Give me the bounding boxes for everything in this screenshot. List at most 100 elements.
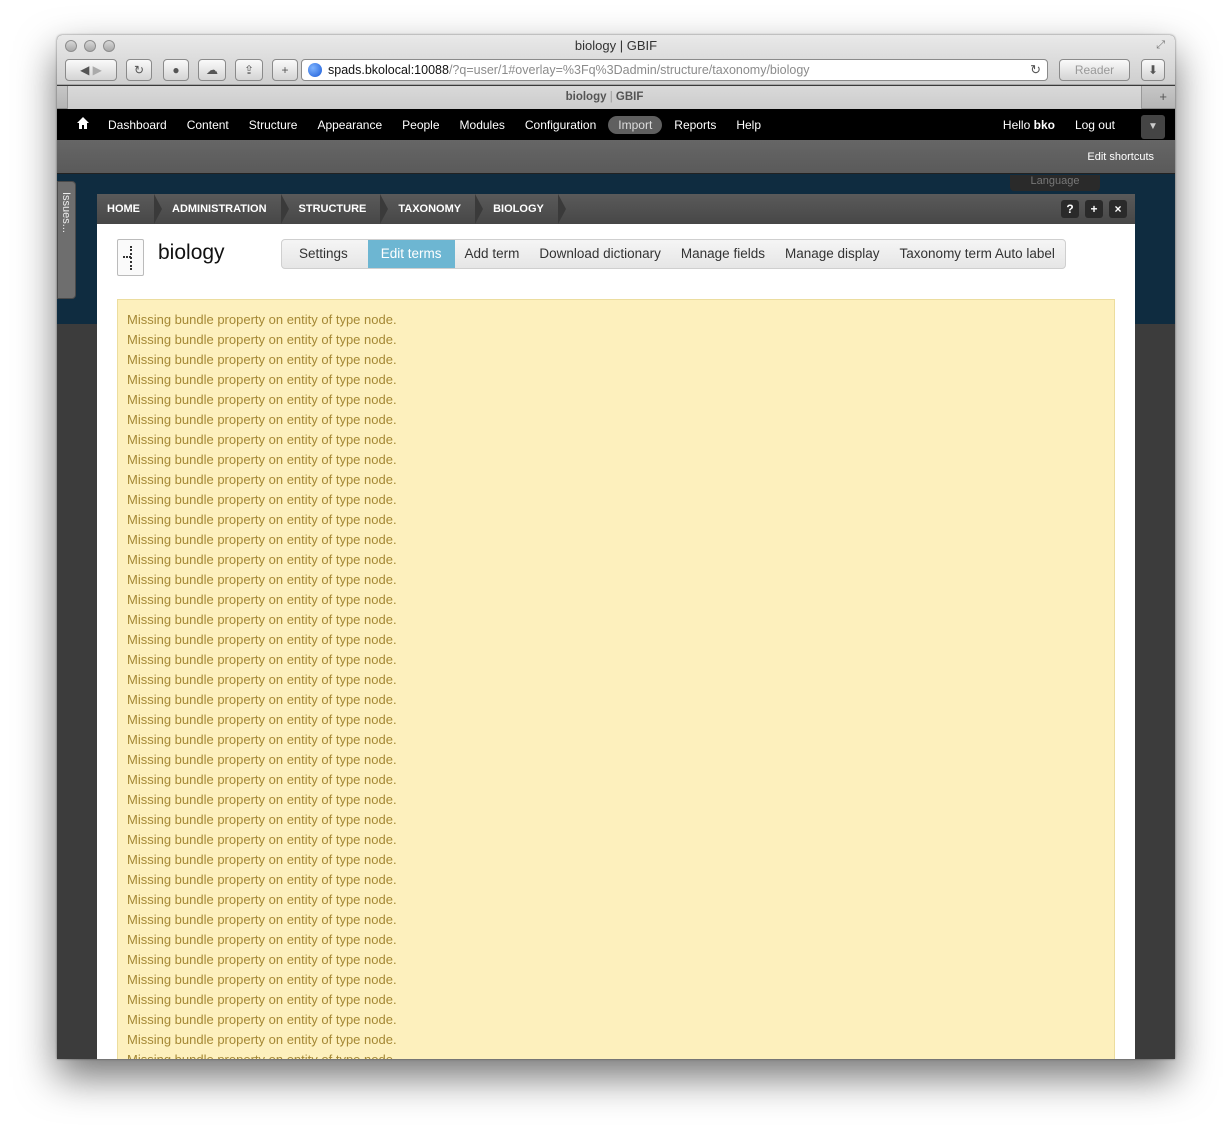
tab-settings[interactable]: Settings — [282, 240, 368, 268]
logout-link[interactable]: Log out — [1075, 118, 1115, 132]
warning-message: Missing bundle property on entity of typ… — [127, 352, 397, 367]
topsites-button[interactable]: ● — [163, 59, 189, 81]
warning-message: Missing bundle property on entity of typ… — [127, 992, 397, 1007]
menu-item-modules[interactable]: Modules — [450, 118, 515, 132]
history-icon: ↻ — [133, 63, 145, 77]
cloud-icon: ☁ — [206, 63, 218, 77]
address-bar[interactable]: spads.bkolocal:10088/?q=user/1#overlay=%… — [301, 59, 1048, 81]
warning-message: Missing bundle property on entity of typ… — [127, 532, 397, 547]
warning-message: Missing bundle property on entity of typ… — [127, 892, 397, 907]
help-button[interactable]: ? — [1061, 200, 1079, 218]
username[interactable]: bko — [1034, 118, 1055, 132]
add-bookmark-button[interactable]: + — [272, 59, 298, 81]
tab-download-dictionary[interactable]: Download dictionary — [529, 240, 671, 268]
page-title: biology — [158, 241, 225, 264]
window-title: biology | GBIF — [574, 38, 658, 53]
back-forward-button[interactable]: ◀ ▶ — [65, 59, 117, 81]
primary-tabs: Settings Edit terms Add term Download di… — [281, 239, 1066, 269]
overlay-buttons: ? + × — [1061, 200, 1127, 218]
warning-message: Missing bundle property on entity of typ… — [127, 792, 397, 807]
topsites-icon: ● — [172, 63, 180, 77]
breadcrumb-administration[interactable]: ADMINISTRATION — [162, 194, 289, 224]
fullscreen-icon[interactable]: ⤢ — [1156, 39, 1165, 52]
tab-title-right: GBIF — [615, 91, 644, 103]
menu-item-structure[interactable]: Structure — [239, 118, 308, 132]
issues-tab-label: Issues... — [60, 192, 72, 233]
browser-tab[interactable]: biology | GBIF — [67, 86, 1142, 109]
home-icon[interactable] — [77, 117, 89, 129]
tab-edit-terms[interactable]: Edit terms — [367, 240, 455, 268]
warning-message: Missing bundle property on entity of typ… — [127, 952, 397, 967]
warning-message: Missing bundle property on entity of typ… — [127, 492, 397, 507]
warning-messages: Missing bundle property on entity of typ… — [117, 299, 1115, 1059]
reader-button[interactable]: Reader — [1059, 59, 1130, 81]
plus-icon: + — [281, 63, 289, 77]
breadcrumb-biology[interactable]: BIOLOGY — [483, 194, 566, 224]
hello-text: Hello — [1002, 117, 1031, 132]
forward-icon[interactable]: ▶ — [93, 63, 102, 77]
menu-item-help[interactable]: Help — [726, 118, 771, 132]
browser-window: biology | GBIF ⤢ ◀ ▶ ↻ ● ☁ ⇪ + spads.bko… — [57, 35, 1175, 1059]
admin-toolbar: Dashboard Content Structure Appearance P… — [57, 109, 1175, 140]
tab-manage-fields[interactable]: Manage fields — [671, 240, 775, 268]
breadcrumb: HOME ADMINISTRATION STRUCTURE TAXONOMY B… — [97, 194, 1135, 224]
warning-message: Missing bundle property on entity of typ… — [127, 752, 397, 767]
menu-item-appearance[interactable]: Appearance — [307, 118, 392, 132]
warning-message: Missing bundle property on entity of typ… — [127, 512, 397, 527]
shortcuts-bar: Edit shortcuts — [57, 140, 1175, 174]
warning-message: Missing bundle property on entity of typ… — [127, 1050, 1105, 1059]
reload-icon[interactable]: ↻ — [1030, 62, 1041, 78]
warning-message: Missing bundle property on entity of typ… — [127, 312, 397, 327]
warning-message: Missing bundle property on entity of typ… — [127, 332, 397, 347]
share-button[interactable]: ⇪ — [235, 59, 263, 81]
drawer-toggle-button[interactable]: ▼ — [1141, 115, 1165, 139]
breadcrumb-taxonomy[interactable]: TAXONOMY — [388, 194, 483, 224]
warning-message: Missing bundle property on entity of typ… — [127, 412, 397, 427]
new-tab-icon[interactable]: + — [1159, 89, 1167, 104]
user-greeting: Hello bko — [1003, 118, 1055, 132]
language-tab[interactable]: Language — [1010, 175, 1100, 191]
warning-message: Missing bundle property on entity of typ… — [127, 432, 397, 447]
breadcrumb-home[interactable]: HOME — [97, 194, 162, 224]
warning-message: Missing bundle property on entity of typ… — [127, 872, 397, 887]
issues-tab[interactable]: Issues... — [57, 181, 76, 299]
warning-message: Missing bundle property on entity of typ… — [127, 472, 397, 487]
tab-title-sep: | — [609, 91, 613, 103]
url-host: spads.bkolocal:10088 — [328, 63, 449, 77]
download-icon: ⬇ — [1147, 63, 1159, 77]
tab-auto-label[interactable]: Taxonomy term Auto label — [890, 240, 1065, 268]
edit-shortcuts-link[interactable]: Edit shortcuts — [1087, 151, 1154, 163]
warning-message: Missing bundle property on entity of typ… — [127, 392, 397, 407]
admin-overlay: HOME ADMINISTRATION STRUCTURE TAXONOMY B… — [97, 194, 1135, 1059]
warning-message: Missing bundle property on entity of typ… — [127, 452, 397, 467]
history-button[interactable]: ↻ — [126, 59, 152, 81]
tab-manage-display[interactable]: Manage display — [775, 240, 890, 268]
icloud-button[interactable]: ☁ — [198, 59, 226, 81]
menu-item-import[interactable]: Import — [608, 115, 663, 134]
menu-item-content[interactable]: Content — [177, 118, 239, 132]
share-icon: ⇪ — [243, 63, 255, 77]
warning-message: Missing bundle property on entity of typ… — [127, 852, 397, 867]
menu-item-configuration[interactable]: Configuration — [515, 118, 606, 132]
admin-menu: Dashboard Content Structure Appearance P… — [98, 109, 771, 140]
warning-message: Missing bundle property on entity of typ… — [127, 932, 397, 947]
warning-message: Missing bundle property on entity of typ… — [127, 772, 397, 787]
warning-message: Missing bundle property on entity of typ… — [127, 632, 397, 647]
warning-message: Missing bundle property on entity of typ… — [127, 552, 397, 567]
warning-message: Missing bundle property on entity of typ… — [127, 912, 397, 927]
menu-item-people[interactable]: People — [392, 118, 449, 132]
warning-message: Missing bundle property on entity of typ… — [127, 652, 397, 667]
breadcrumb-structure[interactable]: STRUCTURE — [289, 194, 389, 224]
downloads-button[interactable]: ⬇ — [1141, 59, 1165, 81]
taxonomy-icon — [117, 239, 144, 276]
user-area: Hello bko Log out — [1003, 109, 1115, 140]
url-path: /?q=user/1#overlay=%3Fq%3Dadmin/structur… — [448, 63, 810, 77]
warning-message: Missing bundle property on entity of typ… — [127, 972, 397, 987]
menu-item-reports[interactable]: Reports — [664, 118, 726, 132]
tab-add-term[interactable]: Add term — [455, 240, 530, 268]
warning-message: Missing bundle property on entity of typ… — [127, 832, 397, 847]
add-shortcut-button[interactable]: + — [1085, 200, 1103, 218]
back-icon[interactable]: ◀ — [80, 63, 89, 77]
menu-item-dashboard[interactable]: Dashboard — [98, 118, 177, 132]
close-overlay-button[interactable]: × — [1109, 200, 1127, 218]
